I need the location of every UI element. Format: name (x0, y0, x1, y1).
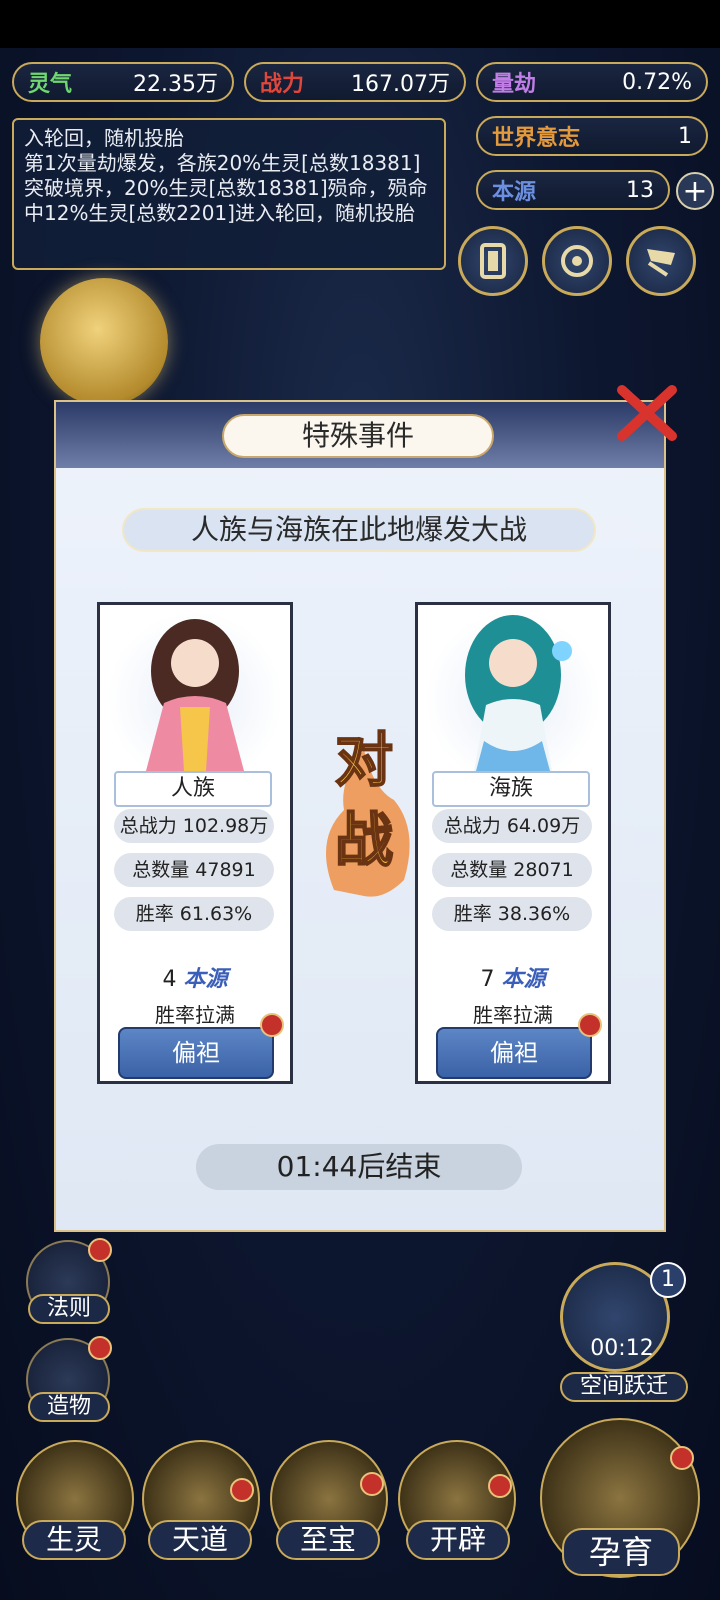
flag-icon (647, 249, 675, 277)
sea-total-count: 总数量 28071 (432, 853, 592, 887)
creation-notification-dot (88, 1336, 112, 1360)
lianjie-label: 量劫 (492, 71, 537, 97)
vortex-button[interactable] (542, 226, 612, 296)
faction-card-left: 人族 总战力 102.98万 总数量 47891 胜率 61.63% 4 本源 … (97, 602, 293, 1084)
benyuan-value: 13 (626, 177, 654, 203)
sea-faction-portrait (424, 611, 602, 771)
world-will-resource: 世界意志 1 (476, 116, 708, 156)
favor-human-dot (260, 1013, 284, 1037)
zhanli-label: 战力 (260, 71, 305, 97)
vs-text-2: 战 (335, 806, 393, 874)
space-jump-timer: 00:12 (590, 1336, 654, 1361)
log-line: 第1次量劫爆发，各族20%生灵[总数18381]突破境界，20%生灵[总数183… (24, 151, 428, 225)
yunyu-notification-dot (670, 1446, 694, 1470)
nav-shengling-label[interactable]: 生灵 (22, 1520, 126, 1560)
world-planet[interactable] (40, 278, 168, 406)
event-description: 人族与海族在此地爆发大战 (122, 508, 596, 552)
nav-yunyu-label[interactable]: 孕育 (562, 1528, 680, 1576)
human-total-count: 总数量 47891 (114, 853, 274, 887)
zhanli-value: 167.07万 (351, 72, 450, 97)
flag-button[interactable] (626, 226, 696, 296)
sea-faction-name: 海族 (432, 771, 590, 807)
creation-label[interactable]: 造物 (28, 1392, 110, 1422)
human-reward-word: 本源 (183, 966, 228, 992)
add-benyuan-button[interactable]: + (676, 172, 714, 210)
book-button[interactable] (458, 226, 528, 296)
favor-sea-button[interactable]: 偏袒 (436, 1027, 592, 1079)
sea-reward-amount: 7 (480, 967, 495, 992)
nav-kaipi-label[interactable]: 开辟 (406, 1520, 510, 1560)
lingqi-value: 22.35万 (133, 72, 218, 97)
status-bar (0, 0, 720, 48)
event-end-timer: 01:44后结束 (196, 1144, 522, 1190)
close-icon[interactable] (614, 382, 680, 444)
human-portrait-art (146, 619, 244, 771)
favor-sea-dot (578, 1013, 602, 1037)
nav-tiandao-label[interactable]: 天道 (148, 1520, 252, 1560)
faction-card-right: 海族 总战力 64.09万 总数量 28071 胜率 38.36% 7 本源 胜… (415, 602, 611, 1084)
book-icon (480, 243, 506, 279)
sea-reward: 7 本源 (418, 961, 608, 993)
space-jump-label[interactable]: 空间跃迁 (560, 1372, 688, 1402)
human-faction-portrait (106, 611, 284, 771)
law-label[interactable]: 法则 (28, 1294, 110, 1324)
versus-emblem: 对 战 (326, 725, 410, 897)
benyuan-resource: 本源 13 (476, 170, 670, 210)
world-will-value: 1 (678, 123, 692, 149)
lianjie-resource: 量劫 0.72% (476, 62, 708, 102)
event-log: 入轮回，随机投胎 第1次量劫爆发，各族20%生灵[总数18381]突破境界，20… (12, 118, 446, 270)
sea-total-power: 总战力 64.09万 (432, 809, 592, 843)
human-faction-name: 人族 (114, 771, 272, 807)
tiandao-notification-dot (230, 1478, 254, 1502)
world-will-label: 世界意志 (492, 125, 581, 151)
dialog-title: 特殊事件 (222, 414, 494, 458)
vs-text-1: 对 (335, 726, 393, 794)
lingqi-label: 灵气 (28, 71, 73, 97)
human-reward: 4 本源 (100, 961, 290, 993)
human-win-rate: 胜率 61.63% (114, 897, 274, 931)
kaipi-notification-dot (488, 1474, 512, 1498)
space-jump-badge: 1 (650, 1262, 686, 1298)
zhanli-resource: 战力 167.07万 (244, 62, 466, 102)
log-line: 入轮回，随机投胎 (24, 126, 184, 150)
favor-human-button[interactable]: 偏袒 (118, 1027, 274, 1079)
lingqi-resource: 灵气 22.35万 (12, 62, 234, 102)
sea-win-rate: 胜率 38.36% (432, 897, 592, 931)
nav-zhibao-label[interactable]: 至宝 (276, 1520, 380, 1560)
law-notification-dot (88, 1238, 112, 1262)
benyuan-label: 本源 (492, 179, 537, 205)
sea-reward-word: 本源 (501, 966, 546, 992)
lianjie-value: 0.72% (622, 69, 692, 95)
sea-portrait-art (465, 615, 572, 771)
human-reward-amount: 4 (162, 967, 177, 992)
human-total-power: 总战力 102.98万 (114, 809, 274, 843)
vortex-icon (561, 245, 593, 277)
zhibao-notification-dot (360, 1472, 384, 1496)
